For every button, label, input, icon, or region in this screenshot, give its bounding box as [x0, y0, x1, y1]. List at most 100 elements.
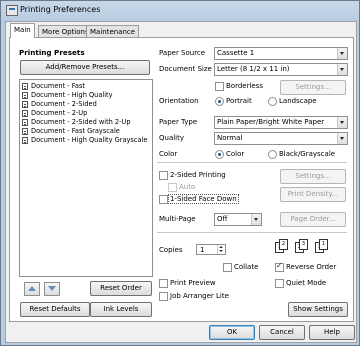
document-icon — [22, 83, 28, 90]
collate-checkbox[interactable] — [223, 263, 232, 272]
chevron-down-icon — [337, 133, 347, 144]
chevron-down-icon — [251, 214, 261, 225]
paper-type-label: Paper Type — [159, 118, 198, 126]
preset-item[interactable]: Document - Fast Grayscale — [20, 127, 152, 136]
ok-button[interactable]: OK — [209, 325, 255, 340]
move-up-arrow-icon[interactable] — [24, 282, 40, 296]
quality-label: Quality — [159, 134, 185, 142]
borderless-label: Borderless — [226, 82, 264, 90]
document-size-label: Document Size — [159, 65, 212, 73]
job-arranger-checkbox[interactable] — [159, 292, 168, 301]
grayscale-radio[interactable] — [268, 150, 277, 159]
preset-item-label: Document - 2-Sided — [31, 100, 97, 108]
chevron-down-icon — [337, 64, 347, 75]
landscape-label: Landscape — [279, 97, 317, 105]
presets-list[interactable]: Document - Fast Document - High Quality … — [19, 79, 153, 277]
print-preview-label: Print Preview — [170, 279, 216, 287]
preset-item-label: Document - Fast — [31, 82, 85, 90]
printer-icon — [6, 5, 18, 16]
preset-item[interactable]: Document - High Quality — [20, 91, 152, 100]
auto-label: Auto — [179, 183, 196, 191]
grayscale-label: Black/Grayscale — [279, 150, 336, 158]
two-sided-settings-button[interactable]: Settings... — [280, 169, 346, 184]
print-density-button[interactable]: Print Density... — [280, 187, 346, 202]
multi-page-select[interactable]: Off — [214, 213, 262, 226]
collate-pages-icon: 2 3 — [295, 239, 308, 253]
preset-item-label: Document - Fast Grayscale — [31, 127, 120, 135]
portrait-radio[interactable] — [215, 97, 224, 106]
print-preview-checkbox[interactable] — [159, 279, 168, 288]
dialog-body: Main More Options Maintenance Printing P… — [5, 21, 357, 343]
chevron-down-icon — [337, 117, 347, 128]
document-icon — [22, 110, 28, 117]
chevron-down-icon — [337, 48, 347, 59]
tab-main[interactable]: Main — [10, 23, 35, 38]
preset-item[interactable]: Document - 2-Sided — [20, 100, 152, 109]
one-sided-face-down-label: 1-Sided Face Down — [168, 194, 239, 204]
copies-stepper[interactable]: 1 — [196, 244, 226, 255]
presets-heading: Printing Presets — [19, 48, 85, 57]
document-icon — [22, 92, 28, 99]
preset-item-label: Document - High Quality Grayscale — [31, 136, 148, 144]
title-bar: Printing Preferences — [1, 1, 359, 19]
preset-item[interactable]: Document - 2-Up — [20, 109, 152, 118]
portrait-label: Portrait — [226, 97, 252, 105]
quiet-mode-checkbox[interactable] — [275, 279, 284, 288]
two-sided-checkbox[interactable] — [159, 171, 168, 180]
show-settings-button[interactable]: Show Settings — [288, 302, 348, 317]
page-number: 3 — [299, 239, 308, 250]
two-sided-label: 2-Sided Printing — [170, 171, 226, 179]
quality-value: Normal — [217, 134, 243, 142]
quality-select[interactable]: Normal — [214, 132, 348, 145]
collate-pages-icon: 3 1 — [315, 239, 328, 253]
collate-pages-icon: 1 2 — [275, 239, 288, 253]
cancel-button[interactable]: Cancel — [259, 325, 305, 340]
document-icon — [22, 137, 28, 144]
job-arranger-label: Job Arranger Lite — [170, 292, 229, 300]
page-number: 2 — [279, 239, 288, 250]
preset-item-label: Document - 2-Up — [31, 109, 88, 117]
color-label: Color — [159, 150, 178, 158]
divider — [157, 162, 347, 163]
reverse-order-label: Reverse Order — [286, 263, 337, 271]
ink-levels-button[interactable]: Ink Levels — [90, 302, 152, 317]
preset-item[interactable]: Document - Fast — [20, 82, 152, 91]
main-tab-panel: Printing Presets Add/Remove Presets... D… — [9, 37, 354, 322]
multi-page-value: Off — [217, 215, 228, 223]
orientation-label: Orientation — [159, 97, 199, 105]
preset-item[interactable]: Document - 2-Sided with 2-Up — [20, 118, 152, 127]
landscape-radio[interactable] — [268, 97, 277, 106]
reverse-order-checkbox[interactable] — [275, 261, 284, 272]
document-icon — [22, 128, 28, 135]
document-icon — [22, 119, 28, 126]
paper-type-select[interactable]: Plain Paper/Bright White Paper — [214, 116, 348, 129]
document-size-value: Letter (8 1/2 x 11 in) — [217, 65, 290, 73]
paper-source-select[interactable]: Cassette 1 — [214, 47, 348, 60]
paper-source-value: Cassette 1 — [217, 49, 255, 57]
move-down-arrow-icon[interactable] — [44, 282, 60, 296]
window-title: Printing Preferences — [20, 5, 101, 14]
copies-label: Copies — [159, 246, 183, 254]
add-remove-presets-button[interactable]: Add/Remove Presets... — [20, 60, 150, 75]
stepper-arrows-icon[interactable] — [217, 245, 225, 254]
color-radio[interactable] — [215, 150, 224, 159]
help-button[interactable]: Help — [309, 325, 355, 340]
copies-value: 1 — [200, 246, 205, 254]
document-size-select[interactable]: Letter (8 1/2 x 11 in) — [214, 63, 348, 76]
one-sided-face-down-checkbox[interactable] — [159, 195, 168, 204]
preset-item-label: Document - 2-Sided with 2-Up — [31, 118, 131, 126]
reset-order-button[interactable]: Reset Order — [90, 281, 152, 296]
preset-item[interactable]: Document - High Quality Grayscale — [20, 136, 152, 145]
borderless-checkbox[interactable] — [215, 82, 224, 91]
paper-type-value: Plain Paper/Bright White Paper — [217, 118, 325, 126]
paper-source-label: Paper Source — [159, 49, 206, 57]
reset-defaults-button[interactable]: Reset Defaults — [20, 302, 90, 317]
page-order-button[interactable]: Page Order... — [280, 212, 346, 227]
preset-item-label: Document - High Quality — [31, 91, 113, 99]
auto-checkbox[interactable] — [168, 183, 177, 192]
printing-preferences-window: Printing Preferences Main More Options M… — [0, 0, 360, 346]
borderless-settings-button[interactable]: Settings... — [280, 80, 346, 95]
document-icon — [22, 101, 28, 108]
color-option-label: Color — [226, 150, 245, 158]
multi-page-label: Multi-Page — [159, 215, 196, 223]
